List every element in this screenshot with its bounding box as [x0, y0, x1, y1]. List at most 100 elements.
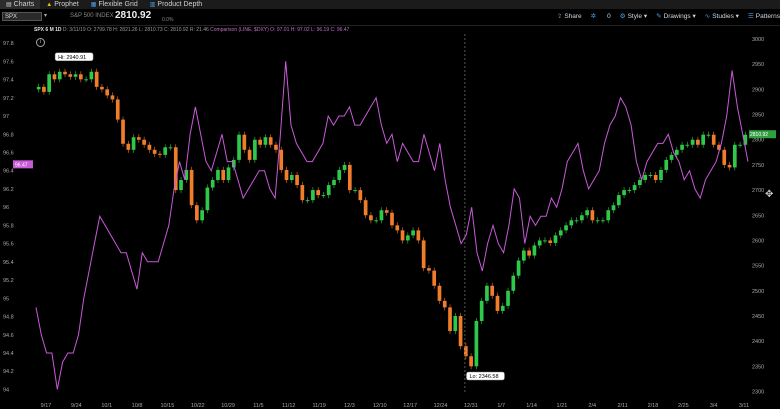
candle: [411, 230, 415, 236]
left-tick-label: 97.8: [3, 41, 14, 47]
tab-prophet[interactable]: ▲ Prophet: [40, 0, 84, 9]
candle: [569, 220, 574, 226]
x-tick-label: 2/18: [648, 403, 659, 409]
share-button[interactable]: ⇪ Share: [557, 12, 582, 20]
candle: [384, 210, 389, 213]
candle: [690, 139, 695, 145]
svg-text:Hi: 2940.91: Hi: 2940.91: [58, 55, 86, 61]
candle: [258, 139, 262, 145]
candle: [295, 174, 299, 186]
candle: [126, 143, 131, 150]
tab-flexible-grid[interactable]: ▦ Flexible Grid: [85, 0, 144, 9]
candle: [305, 200, 310, 202]
symbol-input[interactable]: SPX: [2, 12, 42, 21]
candle: [52, 74, 57, 80]
candle: [163, 147, 168, 155]
candle: [495, 295, 500, 311]
left-tick-label: 95: [3, 296, 9, 302]
candle: [696, 139, 700, 145]
crosshair-cursor-icon: ✥: [765, 189, 773, 200]
candle: [94, 71, 99, 87]
comparison-readout: Comparison (LINE, $DXY) O: 97.01 H: 97.0…: [210, 27, 350, 33]
candle: [110, 95, 115, 100]
right-tick-label: 3000: [752, 37, 764, 43]
candle: [268, 137, 273, 145]
candle: [247, 149, 252, 160]
candle: [47, 74, 52, 92]
info-icon[interactable]: i: [36, 38, 45, 47]
left-tick-label: 96: [3, 205, 9, 211]
candle: [342, 164, 347, 170]
candle: [152, 149, 157, 154]
toolbar-actions: ⇪ Share ✲ 0 ⚙ Style ▾ ✎ Drawings ▾ ∿ Studies…: [557, 12, 780, 21]
x-tick-label: 3/11: [739, 403, 749, 409]
left-tick-label: 96.4: [3, 169, 14, 175]
chevron-down-icon[interactable]: ▾: [44, 12, 47, 19]
candle: [369, 215, 373, 221]
ohlc-readout: D: 3/11/19 O: 2799.78 H: 2821.26 L: 2810…: [62, 27, 209, 33]
counter-value[interactable]: 0: [607, 13, 611, 20]
right-tick-label: 2650: [752, 213, 764, 219]
chart-icon: ▤: [6, 2, 12, 8]
candle: [200, 210, 204, 221]
x-tick-label: 10/8: [132, 403, 143, 409]
candle: [601, 220, 605, 222]
candle: [458, 315, 463, 347]
left-price-tag: 96.47: [13, 160, 33, 169]
candle: [189, 169, 194, 206]
candle: [580, 215, 584, 221]
tab-product-depth[interactable]: ▥ Product Depth: [144, 0, 208, 9]
candle: [659, 169, 663, 181]
change-text: 0.0%: [162, 17, 174, 23]
candle: [284, 169, 289, 181]
left-tick-label: 95.6: [3, 242, 14, 248]
candle: [722, 149, 727, 165]
candle: [632, 185, 637, 191]
candle: [84, 79, 88, 81]
chevron-down-icon: ▾: [642, 13, 648, 20]
candle: [448, 307, 452, 332]
left-tick-label: 94.4: [3, 351, 14, 357]
style-button[interactable]: ⚙ Style ▾: [620, 12, 647, 20]
x-tick-label: 12/10: [373, 403, 387, 409]
x-tick-label: 9/24: [71, 403, 82, 409]
candle: [706, 134, 711, 136]
tab-charts[interactable]: ▤ Charts: [0, 0, 41, 9]
right-tick-label: 2950: [752, 62, 764, 68]
candle: [558, 230, 563, 236]
candle: [485, 285, 489, 301]
candle: [121, 119, 125, 144]
candle: [332, 180, 336, 186]
settings-button[interactable]: ✲: [591, 12, 598, 20]
chart-toolbar: SPX ▾ S&P 500 INDEX 2810.92 0.0% ⇪ Share …: [0, 9, 780, 26]
left-tick-label: 96.8: [3, 132, 14, 138]
candle: [405, 235, 410, 241]
left-tick-label: 94.2: [3, 369, 14, 375]
candle: [36, 86, 41, 90]
x-tick-label: 10/22: [191, 403, 205, 409]
left-tick-label: 95.2: [3, 278, 14, 284]
price-chart[interactable]: 97.8 97.6 97.4 97.2 97 96.8 96.6 96.4 96.2 96 95.8…: [0, 26, 780, 409]
right-tick-label: 2550: [752, 264, 764, 270]
candle: [311, 190, 315, 201]
candle: [616, 195, 621, 206]
candle: [490, 285, 495, 296]
patterns-button[interactable]: ☰ Patterns: [748, 12, 780, 20]
candle: [347, 164, 352, 191]
warning-icon: ▲: [46, 1, 53, 8]
candle: [685, 144, 690, 146]
candle: [648, 174, 653, 176]
left-tick-label: 94.8: [3, 315, 14, 321]
candle: [548, 240, 553, 243]
right-tick-label: 2400: [752, 339, 764, 345]
candle: [300, 185, 305, 201]
drawings-button[interactable]: ✎ Drawings ▾: [656, 12, 696, 20]
studies-button[interactable]: ∿ Studies ▾: [705, 12, 739, 20]
x-tick-label: 11/5: [253, 403, 263, 409]
candle: [553, 235, 558, 243]
candle: [674, 149, 679, 155]
candle: [590, 210, 595, 221]
candle: [158, 153, 162, 155]
candle: [727, 164, 732, 168]
x-tick-label: 3/4: [710, 403, 718, 409]
